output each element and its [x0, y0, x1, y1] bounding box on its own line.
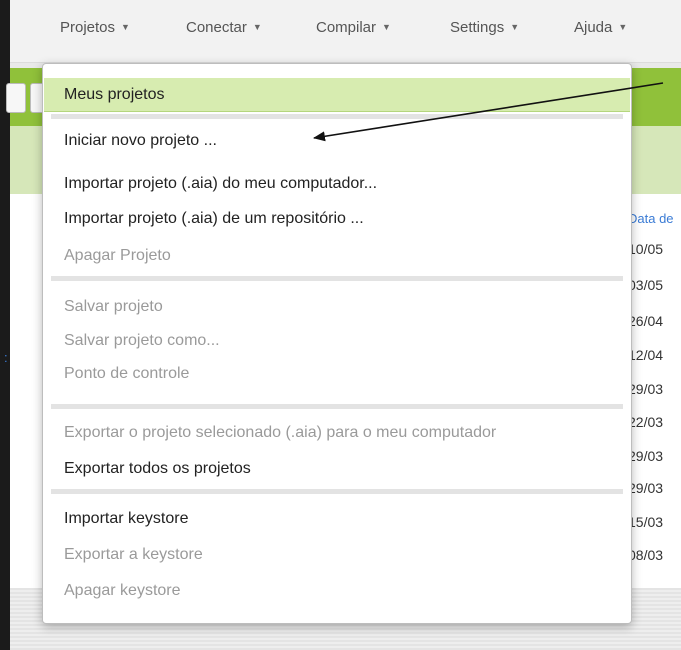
project-date: 29/03	[628, 381, 664, 397]
chevron-down-icon: ▼	[510, 22, 520, 32]
menu-settings[interactable]: Settings ▼	[450, 19, 519, 36]
menu-item-delete-keystore: Apagar keystore	[64, 582, 181, 599]
menu-label: Projetos	[60, 19, 116, 36]
top-menubar: Projetos ▼ Conectar ▼ Compilar ▼ Settings ▼ …	[10, 0, 681, 63]
menu-separator	[51, 114, 623, 119]
project-date: 12/04	[628, 347, 664, 363]
menu-separator	[51, 404, 623, 409]
menu-separator	[51, 489, 623, 494]
project-date: 22/03	[628, 414, 664, 430]
project-date: 03/05	[628, 277, 664, 293]
menu-separator	[51, 276, 623, 281]
project-date: 29/03	[628, 448, 664, 464]
chevron-down-icon: ▼	[121, 22, 130, 32]
menu-item-checkpoint: Ponto de controle	[64, 365, 190, 382]
menu-ajuda[interactable]: Ajuda ▼	[574, 19, 627, 36]
project-date: 29/03	[628, 480, 664, 496]
project-date: 15/03	[628, 514, 664, 530]
chevron-down-icon: ▼	[382, 22, 391, 32]
menu-label: Settings	[450, 19, 505, 36]
menu-item-export-selected: Exportar o projeto selecionado (.aia) pa…	[64, 424, 497, 441]
chevron-down-icon: ▼	[252, 22, 262, 32]
menu-projetos[interactable]: Projetos ▼	[60, 19, 130, 36]
date-column-header[interactable]: Data de	[628, 211, 674, 226]
menu-item-my-projects[interactable]: Meus projetos	[44, 78, 630, 112]
menu-item-export-all[interactable]: Exportar todos os projetos	[44, 452, 630, 486]
menu-item-save-project: Salvar projeto	[64, 298, 163, 315]
project-date: 10/05	[628, 241, 664, 257]
menu-label: Ajuda	[574, 19, 613, 36]
menu-label: Compilar	[316, 19, 377, 36]
menu-item-save-project-as: Salvar projeto como...	[64, 332, 220, 349]
menu-item-delete-project: Apagar Projeto	[64, 247, 171, 264]
menu-item-import-from-computer[interactable]: Importar projeto (.aia) do meu computado…	[44, 167, 630, 201]
menu-compilar[interactable]: Compilar ▼	[316, 19, 391, 36]
project-date: 26/04	[628, 313, 664, 329]
row-marker: :	[4, 350, 8, 365]
menu-conectar[interactable]: Conectar ▼	[186, 19, 262, 36]
menu-item-import-keystore[interactable]: Importar keystore	[44, 502, 630, 536]
projects-dropdown-menu: Meus projetos Iniciar novo projeto ... I…	[42, 63, 632, 624]
chevron-down-icon: ▼	[618, 22, 628, 32]
toolbar-button[interactable]	[6, 83, 26, 113]
menu-item-export-keystore: Exportar a keystore	[64, 546, 203, 563]
menu-label: Conectar	[186, 19, 247, 36]
menu-item-new-project[interactable]: Iniciar novo projeto ...	[44, 124, 630, 158]
menu-item-import-from-repository[interactable]: Importar projeto (.aia) de um repositóri…	[44, 202, 630, 236]
project-date: 08/03	[628, 547, 664, 563]
